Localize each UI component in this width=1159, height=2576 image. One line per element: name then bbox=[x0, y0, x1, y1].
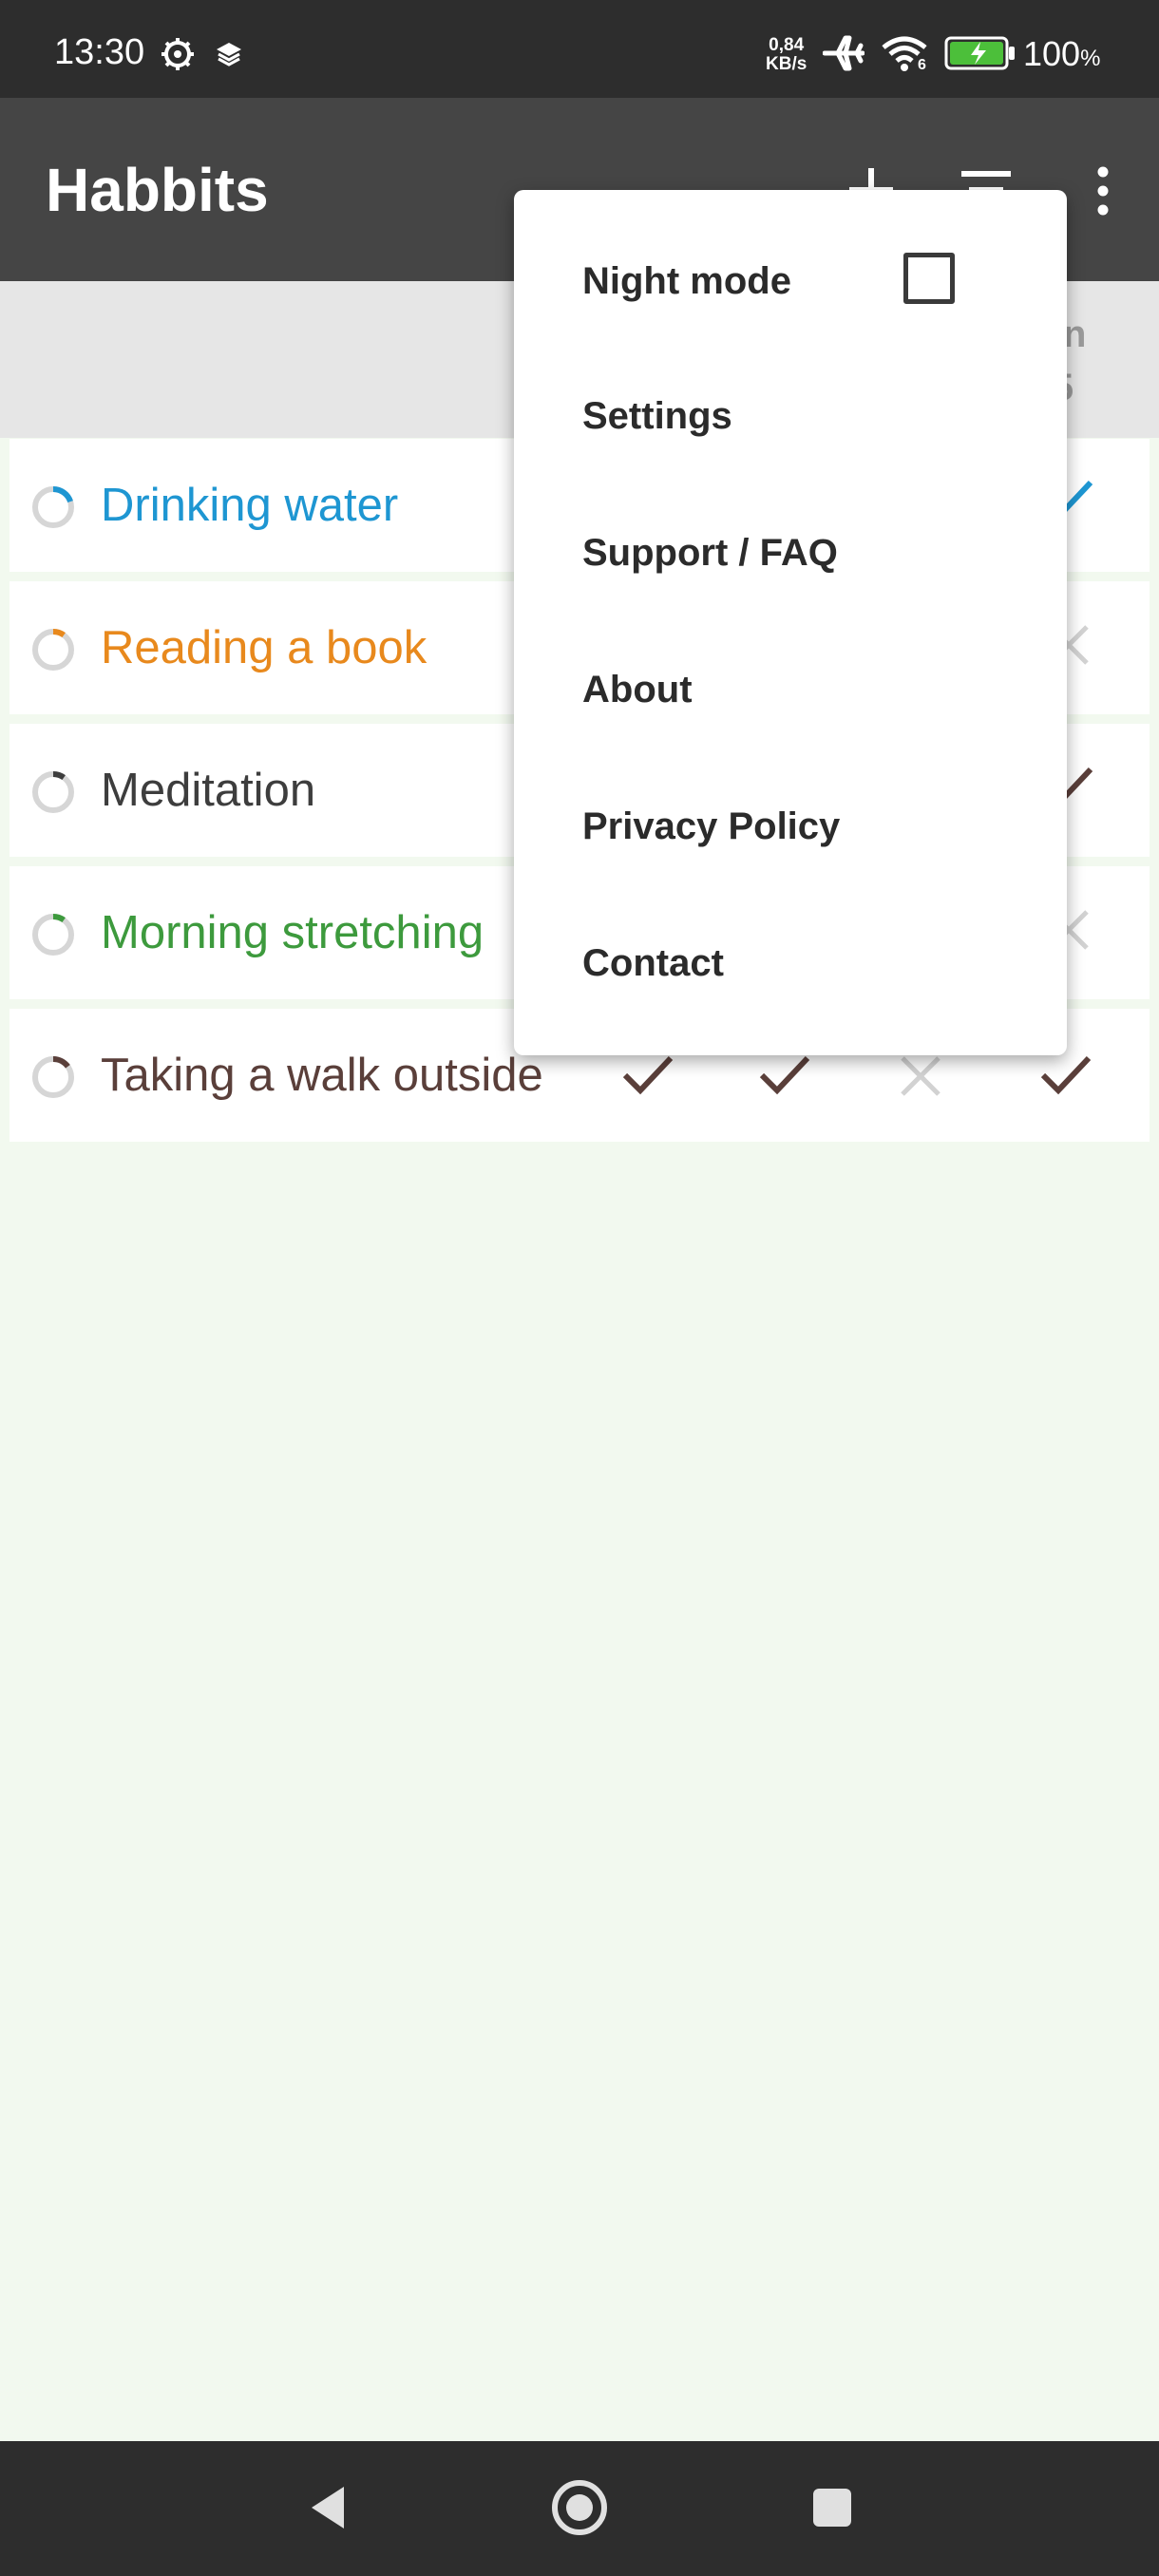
night-mode-label: Night mode bbox=[582, 260, 791, 302]
overflow-menu: Night mode Settings Support / FAQ About … bbox=[514, 190, 1067, 1055]
check-icon[interactable] bbox=[1037, 1051, 1094, 1098]
menu-item-privacy-policy[interactable]: Privacy Policy bbox=[582, 805, 840, 848]
menu-item-support-faq[interactable]: Support / FAQ bbox=[582, 532, 838, 575]
battery-charging-icon bbox=[944, 36, 1015, 70]
wifi-badge: 6 bbox=[918, 57, 926, 73]
battery-unit: % bbox=[1080, 46, 1101, 71]
layers-icon bbox=[217, 43, 241, 66]
network-speed-unit: KB/s bbox=[766, 54, 808, 74]
menu-item-night-mode[interactable]: Night mode bbox=[514, 228, 1067, 332]
habit-name: Taking a walk outside bbox=[101, 1050, 543, 1101]
cross-icon[interactable] bbox=[897, 1052, 944, 1100]
progress-ring-icon bbox=[32, 1055, 74, 1098]
menu-item-settings[interactable]: Settings bbox=[582, 395, 732, 438]
habit-name: Meditation bbox=[101, 765, 316, 816]
menu-item-about[interactable]: About bbox=[582, 669, 693, 711]
status-bar: 13:30 0,84 KB/s 6 100% bbox=[0, 0, 1159, 98]
home-icon[interactable] bbox=[549, 2477, 610, 2538]
progress-ring-icon bbox=[32, 770, 74, 813]
battery-value: 100 bbox=[1023, 34, 1081, 73]
navigation-bar bbox=[0, 2441, 1159, 2576]
progress-ring-icon bbox=[32, 628, 74, 671]
battery-level: 100% bbox=[1023, 34, 1100, 74]
recents-icon[interactable] bbox=[809, 2485, 855, 2530]
menu-item-contact[interactable]: Contact bbox=[582, 942, 724, 985]
network-speed: 0,84 KB/s bbox=[766, 36, 807, 74]
back-icon[interactable] bbox=[302, 2481, 353, 2534]
habit-name: Drinking water bbox=[101, 480, 399, 531]
check-icon[interactable] bbox=[619, 1051, 676, 1098]
more-vert-icon[interactable] bbox=[1089, 164, 1117, 218]
network-speed-value: 0,84 bbox=[769, 35, 805, 55]
status-time: 13:30 bbox=[54, 32, 145, 72]
airplane-mode-icon bbox=[823, 35, 864, 71]
gear-icon bbox=[162, 38, 194, 70]
progress-ring-icon bbox=[32, 485, 74, 528]
night-mode-checkbox[interactable] bbox=[903, 253, 955, 304]
app-title: Habbits bbox=[46, 156, 269, 224]
habit-name: Reading a book bbox=[101, 622, 428, 673]
progress-ring-icon bbox=[32, 913, 74, 956]
habit-name: Morning stretching bbox=[101, 907, 484, 958]
check-icon[interactable] bbox=[756, 1051, 813, 1098]
